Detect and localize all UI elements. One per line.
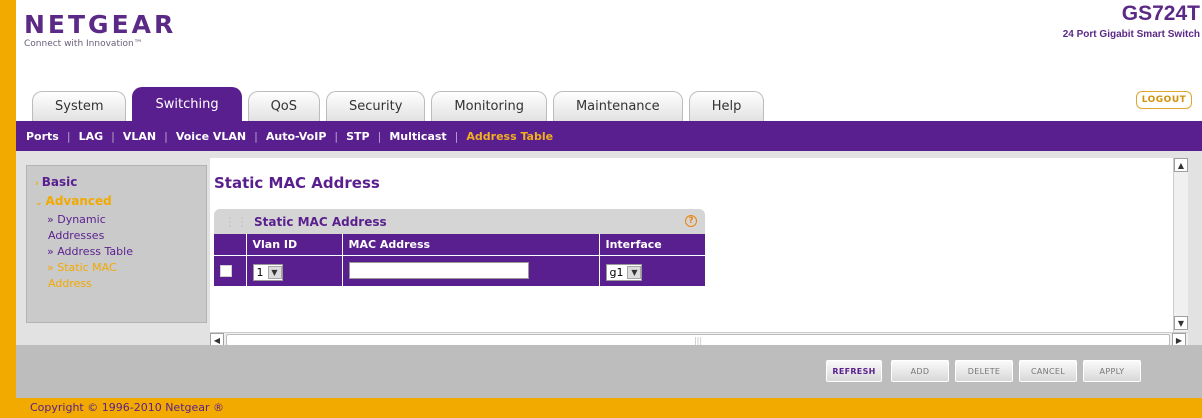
subnav-separator: | xyxy=(111,129,115,143)
sidebar-item-label: Advanced xyxy=(45,194,112,208)
tab-security[interactable]: Security xyxy=(326,91,426,121)
column-header-mac-address: MAC Address xyxy=(342,234,600,255)
interface-select[interactable]: g1 ▼ xyxy=(605,263,643,281)
product-description: 24 Port Gigabit Smart Switch xyxy=(1062,29,1200,40)
vlan-id-cell: 1 ▼ xyxy=(246,254,343,286)
sidebar-item-label: » Dynamic xyxy=(47,213,106,226)
box-title: Static MAC Address xyxy=(254,214,387,229)
row-checkbox[interactable] xyxy=(220,264,232,277)
tab-qos[interactable]: QoS xyxy=(247,91,321,121)
scroll-down-icon[interactable]: ▼ xyxy=(1174,316,1188,330)
add-button[interactable]: ADD xyxy=(891,360,949,382)
button-bar: REFRESH ADD DELETE CANCEL APPLY xyxy=(16,345,1202,398)
sidebar-item-basic[interactable]: › Basic xyxy=(35,174,206,193)
main-tabs: System Switching QoS Security Monitoring… xyxy=(32,87,770,121)
main-panel: Static MAC Address ⋮⋮ Static MAC Address… xyxy=(210,158,1185,332)
subnav-separator: | xyxy=(377,129,382,143)
subnav-separator: | xyxy=(254,129,258,143)
tab-monitoring[interactable]: Monitoring xyxy=(431,91,547,121)
page-title: Static MAC Address xyxy=(214,174,380,192)
apply-button[interactable]: APPLY xyxy=(1083,360,1141,382)
logo-wordmark: NETGEAR xyxy=(24,10,177,39)
interface-value: g1 xyxy=(609,265,624,279)
subnav-ports[interactable]: Ports xyxy=(26,130,59,143)
vlan-id-value: 1 xyxy=(256,265,264,279)
box-header: ⋮⋮ Static MAC Address ? xyxy=(214,209,705,234)
sidebar-item-address-table[interactable]: » Address Table xyxy=(35,244,206,260)
content-area: › Basic ⌄ Advanced » Dynamic Addresses » A… xyxy=(16,151,1202,347)
tab-label: Security xyxy=(349,99,403,114)
mac-address-input[interactable] xyxy=(348,262,529,280)
subnav-separator: | xyxy=(454,129,459,143)
subnav-address-table[interactable]: Address Table xyxy=(466,130,553,143)
mac-address-cell xyxy=(342,254,600,286)
select-cell xyxy=(214,254,247,286)
static-mac-box: ⋮⋮ Static MAC Address ? Vlan ID MAC Addr… xyxy=(214,209,705,286)
sub-navigation: Ports | LAG | VLAN | Voice VLAN | Auto-V… xyxy=(16,121,1202,151)
sidebar-item-label: » Static MAC xyxy=(47,261,117,274)
product-info: GS724T 24 Port Gigabit Smart Switch xyxy=(1063,2,1200,40)
left-sidebar: › Basic ⌄ Advanced » Dynamic Addresses » A… xyxy=(26,165,207,323)
sidebar-item-label: Address xyxy=(48,277,92,290)
table-header-row: Vlan ID MAC Address Interface xyxy=(214,234,705,255)
sidebar-item-static-mac-address[interactable]: » Static MAC Address xyxy=(35,260,206,292)
delete-button[interactable]: DELETE xyxy=(955,360,1013,382)
chevron-down-icon: ⌄ xyxy=(35,198,43,208)
scroll-up-icon[interactable]: ▲ xyxy=(1174,158,1188,172)
chevron-down-icon: ▼ xyxy=(627,265,642,279)
subnav-separator: | xyxy=(66,129,71,143)
chevron-down-icon: ▼ xyxy=(267,265,282,279)
chevron-right-icon: › xyxy=(35,179,39,189)
column-header-select xyxy=(214,234,247,255)
drag-handle-icon: ⋮⋮ xyxy=(224,214,248,229)
sidebar-item-label: » Address Table xyxy=(47,245,133,258)
refresh-button[interactable]: REFRESH xyxy=(826,360,882,382)
tab-label: Monitoring xyxy=(454,99,524,114)
tab-label: Help xyxy=(711,99,742,114)
product-model: GS724T xyxy=(1121,2,1200,25)
sidebar-item-dynamic-addresses[interactable]: » Dynamic Addresses xyxy=(35,212,206,244)
subnav-separator: | xyxy=(334,129,339,143)
help-icon[interactable]: ? xyxy=(685,215,697,227)
logo-tagline: Connect with Innovation™ xyxy=(24,39,143,49)
tab-label: Switching xyxy=(155,97,219,112)
subnav-stp[interactable]: STP xyxy=(346,130,370,143)
sidebar-item-label: Basic xyxy=(41,175,78,189)
app-frame: NETGEAR Connect with Innovation™ GS724T … xyxy=(16,0,1202,398)
interface-cell: g1 ▼ xyxy=(599,254,705,286)
subnav-lag[interactable]: LAG xyxy=(79,130,104,143)
cancel-button[interactable]: CANCEL xyxy=(1019,360,1077,382)
column-header-interface: Interface xyxy=(605,237,662,251)
subnav-separator: | xyxy=(164,129,168,143)
tab-help[interactable]: Help xyxy=(688,91,765,121)
table-row: 1 ▼ g1 ▼ xyxy=(214,254,705,286)
sidebar-item-label: Addresses xyxy=(48,229,105,242)
sidebar-item-advanced[interactable]: ⌄ Advanced xyxy=(35,193,206,212)
tab-label: System xyxy=(55,99,104,114)
subnav-vlan[interactable]: VLAN xyxy=(123,130,156,143)
tab-maintenance[interactable]: Maintenance xyxy=(552,91,683,121)
copyright-text: Copyright © 1996-2010 Netgear ® xyxy=(30,401,225,414)
subnav-multicast[interactable]: Multicast xyxy=(389,130,446,143)
vertical-scrollbar[interactable]: ▲ ▼ xyxy=(1173,158,1188,332)
subnav-voice-vlan[interactable]: Voice VLAN xyxy=(176,130,246,143)
tab-label: Maintenance xyxy=(575,99,660,114)
tab-label: QoS xyxy=(270,99,298,114)
tab-switching[interactable]: Switching xyxy=(132,87,242,121)
logout-button[interactable]: LOGOUT xyxy=(1136,91,1192,109)
netgear-logo: NETGEAR Connect with Innovation™ xyxy=(24,10,177,50)
subnav-auto-voip[interactable]: Auto-VoIP xyxy=(266,130,327,143)
vlan-id-select[interactable]: 1 ▼ xyxy=(252,263,283,281)
tab-system[interactable]: System xyxy=(32,91,127,121)
static-mac-table: Vlan ID MAC Address Interface 1 ▼ g1 ▼ xyxy=(214,234,705,286)
column-header-vlan-id: Vlan ID xyxy=(246,234,343,255)
